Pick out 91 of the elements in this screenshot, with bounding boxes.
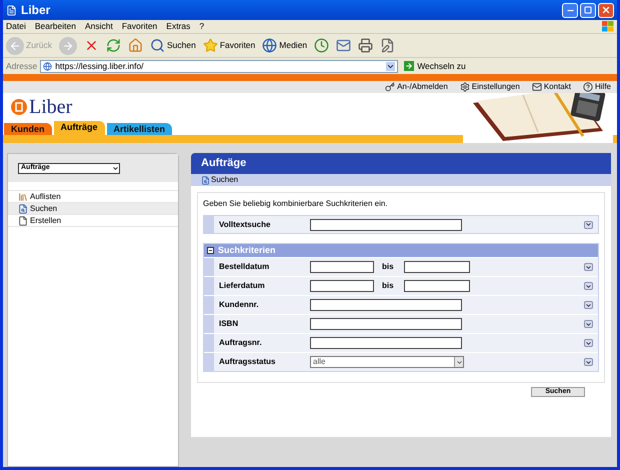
nav-tab[interactable]: Kunden <box>4 123 52 135</box>
key-icon <box>385 82 396 92</box>
field-label: Lieferdatum <box>218 280 266 292</box>
mail-icon <box>336 38 352 53</box>
toolbar-button[interactable] <box>106 38 121 53</box>
toolbar-button[interactable]: Medien <box>262 38 308 53</box>
menu-item[interactable]: Datei <box>6 20 26 33</box>
caret-icon <box>112 164 119 172</box>
text-field[interactable] <box>310 261 374 273</box>
text-field[interactable] <box>404 280 470 292</box>
field-label: Bestelldatum <box>218 261 270 273</box>
help-icon <box>582 82 593 92</box>
header-link[interactable]: Einstellungen <box>460 81 520 93</box>
menu-item[interactable]: Favoriten <box>122 20 158 33</box>
dropdown-icon[interactable] <box>584 301 593 309</box>
dropdown-icon[interactable] <box>584 320 593 328</box>
text-field[interactable] <box>310 299 462 311</box>
dropdown-icon[interactable] <box>584 282 593 290</box>
menu-item[interactable]: Bearbeiten <box>34 20 76 33</box>
section-title: Suchkriterien <box>218 244 276 257</box>
envelope-icon <box>532 82 542 92</box>
header-link[interactable]: Kontakt <box>532 81 571 93</box>
address-label: Adresse <box>6 60 38 72</box>
header-link[interactable]: An-/Abmelden <box>385 81 448 93</box>
refresh-icon <box>106 38 121 53</box>
range-separator: bis <box>382 280 395 292</box>
toolbar-button[interactable]: Suchen <box>150 38 196 53</box>
panel-title: Aufträge <box>201 156 246 172</box>
field-label: ISBN <box>218 318 240 330</box>
header-link[interactable]: Hilfe <box>582 81 611 93</box>
toolbar-button[interactable]: Favoriten <box>202 38 256 53</box>
menu-item[interactable]: ? <box>199 20 204 33</box>
sidebar-item[interactable]: Erstellen <box>8 215 178 227</box>
text-field[interactable] <box>310 280 374 292</box>
logo-icon <box>11 99 27 115</box>
settings-icon <box>460 82 470 92</box>
page-icon <box>43 62 52 70</box>
field-label: Auftragsnr. <box>218 337 263 349</box>
text-field[interactable] <box>404 261 470 273</box>
window-title: Liber <box>21 2 50 19</box>
status-select[interactable]: alle <box>310 356 464 368</box>
nav-tab[interactable]: Aufträge <box>54 121 105 135</box>
star-icon <box>202 38 218 53</box>
home-icon <box>128 38 143 53</box>
toolbar-button[interactable] <box>380 38 396 53</box>
printer-icon <box>358 38 374 53</box>
menu-item[interactable]: Ansicht <box>84 20 113 33</box>
go-button[interactable]: Wechseln zu <box>404 60 466 72</box>
text-field[interactable] <box>310 318 462 330</box>
dropdown-icon[interactable] <box>386 62 396 70</box>
windows-logo-icon <box>602 21 614 32</box>
text-field[interactable] <box>310 218 462 230</box>
sidebar-item[interactable]: Suchen <box>8 203 178 215</box>
forward-icon <box>58 36 77 54</box>
toolbar-button[interactable] <box>336 38 352 53</box>
dropdown-icon[interactable] <box>584 358 593 366</box>
menu-item[interactable]: Extras <box>166 20 190 33</box>
app-icon <box>6 4 17 16</box>
caret-icon <box>454 357 463 367</box>
close-icon <box>601 5 611 15</box>
maximize-icon <box>584 6 592 14</box>
address-field[interactable]: https://lessing.liber.info/ <box>40 60 398 72</box>
field-label: Auftragsstatus <box>218 356 276 368</box>
collapse-icon[interactable] <box>207 247 214 254</box>
edit-icon <box>380 38 396 53</box>
toolbar-button[interactable] <box>314 38 330 53</box>
document-icon <box>18 216 28 226</box>
dropdown-icon[interactable] <box>584 220 593 228</box>
search-icon <box>201 176 210 184</box>
back-icon <box>6 36 24 54</box>
nav-tab[interactable]: Artikellisten <box>106 123 172 135</box>
text-field[interactable] <box>310 337 462 349</box>
close-button[interactable] <box>598 2 614 18</box>
logo-text: Liber <box>29 95 72 120</box>
range-separator: bis <box>382 261 395 273</box>
dropdown-icon[interactable] <box>584 263 593 271</box>
history-icon <box>314 38 330 53</box>
minimize-button[interactable] <box>562 2 578 18</box>
search-link[interactable]: Suchen <box>201 174 238 186</box>
toolbar-button[interactable] <box>358 38 374 53</box>
dropdown-icon[interactable] <box>584 339 593 347</box>
globe-icon <box>262 38 278 53</box>
toolbar-button[interactable] <box>128 38 143 53</box>
maximize-button[interactable] <box>580 2 596 18</box>
intro-text: Geben Sie beliebig kombinierbare Suchkriterien ein. <box>203 198 389 210</box>
field-label: Volltextsuche <box>218 218 272 230</box>
books-icon <box>18 192 28 202</box>
field-label: Kundennr. <box>218 299 260 311</box>
sidebar-item[interactable]: Auflisten <box>8 191 178 203</box>
search-icon <box>18 204 28 214</box>
search-icon <box>150 38 165 53</box>
